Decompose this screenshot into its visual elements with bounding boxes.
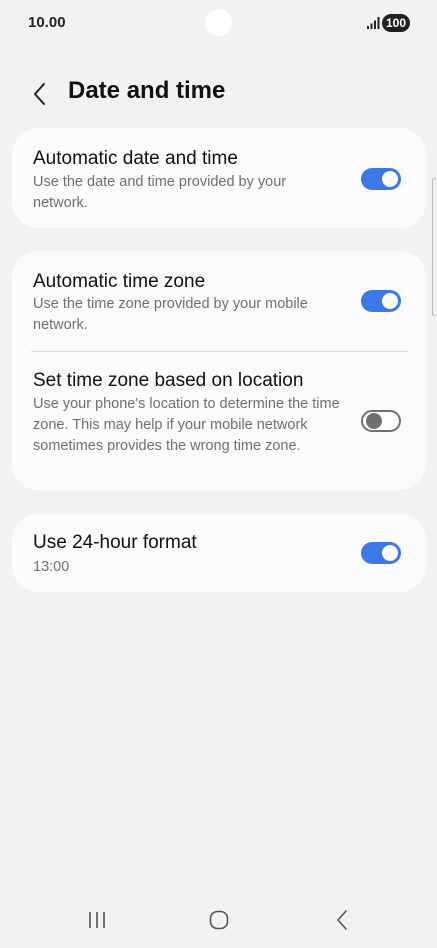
row-automatic-date-time[interactable]: Automatic date and time Use the date and…: [12, 128, 426, 228]
row-subtitle: Use the date and time provided by your n…: [33, 174, 287, 211]
row-title: Set time zone based on location: [33, 370, 304, 391]
row-automatic-time-zone[interactable]: Automatic time zone Use the time zone pr…: [12, 251, 426, 351]
recent-apps-button[interactable]: [77, 906, 117, 934]
toggle-knob: [382, 171, 398, 187]
location-time-zone-toggle[interactable]: [361, 410, 401, 432]
24-hour-format-toggle[interactable]: [361, 542, 401, 564]
header: Date and time: [0, 68, 437, 118]
toggle-knob: [366, 413, 382, 429]
recent-apps-icon: [89, 912, 105, 928]
navigation-bar: [0, 890, 437, 948]
home-icon: [209, 910, 229, 930]
nav-back-button[interactable]: [322, 906, 362, 934]
card-automatic-date-time: Automatic date and time Use the date and…: [12, 128, 426, 228]
row-location-time-zone[interactable]: Set time zone based on location Use your…: [12, 352, 426, 490]
status-bar: 10.00 100: [0, 0, 437, 48]
row-24-hour-format[interactable]: Use 24-hour format 13:00: [12, 514, 426, 592]
camera-cutout: [205, 9, 232, 36]
back-icon: [337, 910, 347, 930]
home-button[interactable]: [199, 906, 239, 934]
card-time-zone: Automatic time zone Use the time zone pr…: [12, 251, 426, 490]
row-subtitle: Use the time zone provided by your mobil…: [33, 296, 308, 333]
automatic-time-zone-toggle[interactable]: [361, 290, 401, 312]
status-time: 10.00: [28, 14, 66, 31]
toggle-knob: [382, 293, 398, 309]
row-subtitle: Use your phone's location to determine t…: [33, 396, 340, 454]
chevron-left-icon: [34, 83, 45, 105]
battery-badge: 100: [382, 14, 411, 32]
back-button[interactable]: [24, 78, 56, 110]
row-title: Use 24-hour format: [33, 532, 197, 553]
page-title: Date and time: [68, 77, 226, 104]
card-24-hour-format: Use 24-hour format 13:00: [12, 514, 426, 592]
toggle-knob: [382, 545, 398, 561]
automatic-date-time-toggle[interactable]: [361, 168, 401, 190]
row-title: Automatic time zone: [33, 271, 206, 292]
row-subtitle: 13:00: [33, 559, 70, 575]
scroll-indicator[interactable]: [432, 178, 436, 316]
row-title: Automatic date and time: [33, 148, 238, 169]
signal-icon: [367, 17, 380, 29]
